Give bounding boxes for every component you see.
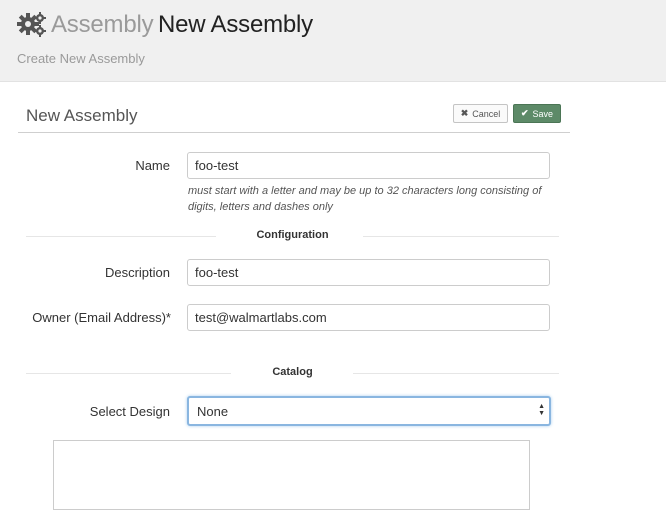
form-title: New Assembly [26, 106, 138, 125]
new-assembly-form: New Assembly ✖ Cancel ✔ Save Name foo-te… [3, 89, 666, 510]
configuration-section: Configuration [26, 229, 559, 243]
check-icon: ✔ [520, 108, 529, 118]
select-arrows-icon: ▲ ▼ [538, 403, 545, 417]
breadcrumb[interactable]: Create New Assembly [17, 51, 145, 66]
name-input[interactable]: foo-test [187, 152, 550, 179]
save-button[interactable]: ✔ Save [513, 104, 561, 123]
name-help-text: must start with a letter and may be up t… [188, 185, 542, 213]
page-header: Assembly New Assembly Create New Assembl… [0, 0, 666, 82]
description-label: Description [104, 265, 170, 280]
save-label: Save [532, 108, 554, 119]
catalog-section: Catalog [26, 366, 559, 380]
close-icon: ✖ [460, 108, 469, 118]
cancel-label: Cancel [472, 108, 501, 119]
design-select[interactable]: None ▲ ▼ [187, 396, 551, 426]
divider [18, 132, 570, 133]
page-title: New Assembly [158, 11, 313, 38]
app-brand[interactable]: Assembly [51, 11, 154, 39]
name-label: Name [135, 158, 170, 173]
owner-label: Owner (Email Address)* [32, 310, 171, 325]
cancel-button[interactable]: ✖ Cancel [453, 104, 508, 123]
design-select-value: None [197, 403, 229, 419]
description-input[interactable]: foo-test [187, 259, 550, 286]
configuration-heading: Configuration [256, 229, 329, 241]
gear-icon [17, 12, 46, 37]
owner-email-input[interactable]: test@walmartlabs.com [187, 304, 550, 331]
catalog-heading: Catalog [272, 366, 313, 378]
select-design-label: Select Design [89, 404, 170, 419]
